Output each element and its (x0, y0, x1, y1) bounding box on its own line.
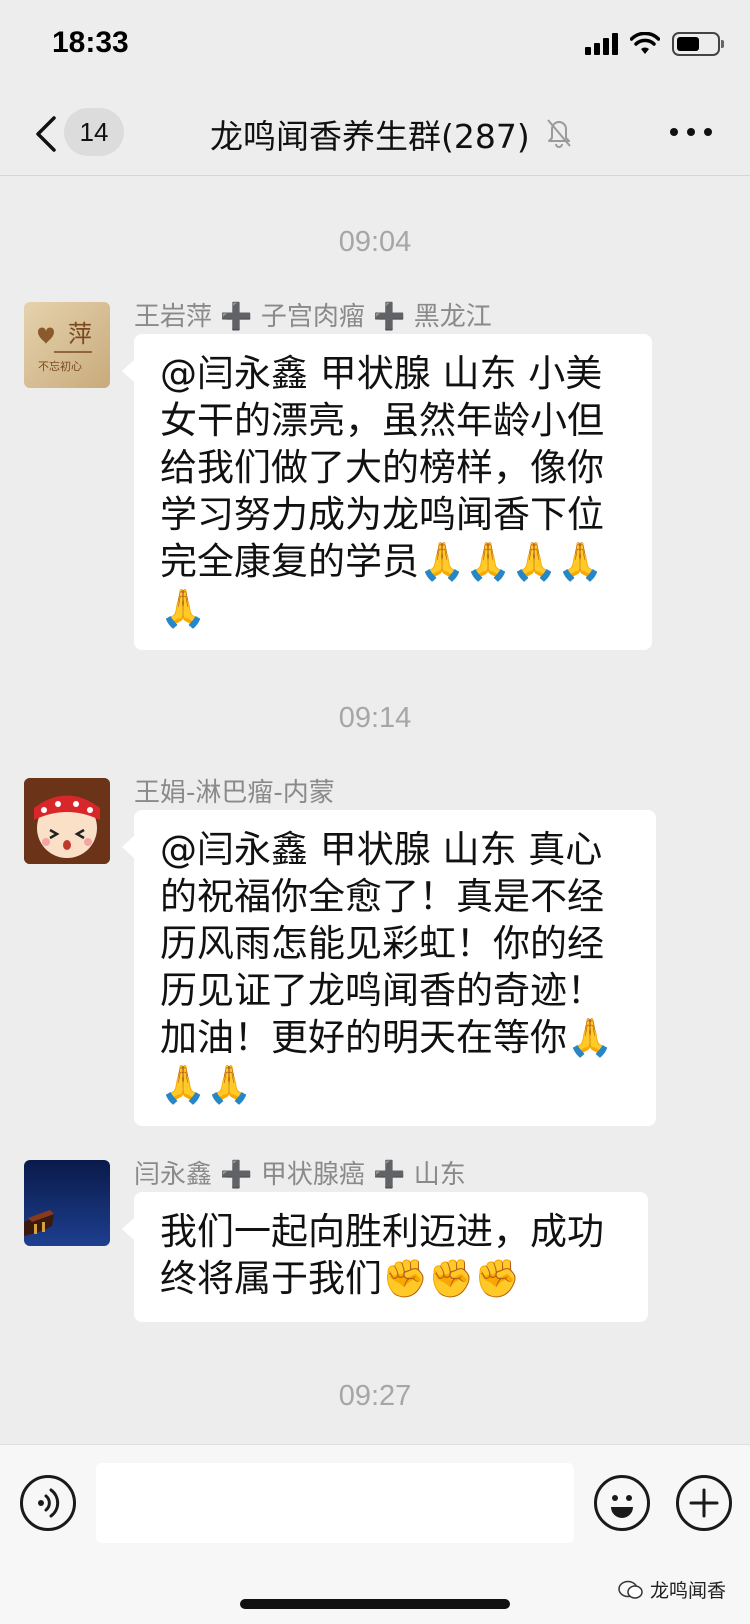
message-timestamp: 09:27 (338, 1380, 412, 1412)
watermark-text: 龙鸣闻香 (649, 1580, 726, 1602)
smiley-icon (611, 1495, 633, 1518)
svg-text:萍: 萍 (68, 320, 92, 348)
plus-icon (689, 1488, 719, 1518)
status-icons (585, 32, 724, 56)
back-arrow-icon[interactable] (28, 112, 68, 156)
watermark: 龙鸣闻香 (618, 1576, 726, 1603)
voice-input-button[interactable] (20, 1475, 76, 1531)
more-functions-button[interactable] (676, 1475, 732, 1531)
chat-title: 龙鸣闻香养生群(287) (210, 117, 530, 156)
sender-name: 王娟-淋巴瘤-内蒙 (134, 778, 335, 808)
message-bubble[interactable]: @闫永鑫 甲状腺 山东 真心的祝福你全愈了！真是不经历风雨怎能见彩虹！你的经历见… (122, 810, 656, 1126)
avatar[interactable] (24, 1160, 110, 1246)
message-bubble[interactable]: 我们一起向胜利迈进，成功终将属于我们✊✊✊ (122, 1192, 648, 1322)
message-timestamp: 09:14 (338, 702, 412, 734)
avatar[interactable]: 萍 不忘初心 (24, 302, 110, 388)
sender-name: 王岩萍 ➕ 子宫肉瘤 ➕ 黑龙江 (134, 302, 492, 332)
cellular-signal-icon (585, 33, 618, 55)
message-timestamp: 09:04 (338, 226, 412, 258)
battery-icon (672, 32, 724, 56)
unread-count-badge[interactable]: 14 (64, 108, 124, 156)
svg-text:不忘初心: 不忘初心 (38, 359, 82, 373)
status-bar: 18:33 (0, 0, 750, 90)
message-text-input[interactable] (96, 1463, 574, 1543)
status-time: 18:33 (52, 26, 129, 59)
chat-header: 14 龙鸣闻香养生群(287) (0, 90, 750, 176)
avatar[interactable] (24, 778, 110, 864)
message-bubble[interactable]: @闫永鑫 甲状腺 山东 小美女干的漂亮，虽然年龄小但给我们做了大的榜样，像你学习… (122, 334, 652, 650)
home-indicator (240, 1599, 510, 1609)
sender-name: 闫永鑫 ➕ 甲状腺癌 ➕ 山东 (134, 1160, 466, 1190)
wifi-icon (630, 32, 660, 54)
emoji-button[interactable] (594, 1475, 650, 1531)
muted-bell-icon (547, 119, 571, 148)
wechat-logo-icon (618, 1580, 643, 1599)
more-options-icon[interactable] (670, 128, 712, 136)
voice-wave-icon (38, 1488, 60, 1518)
